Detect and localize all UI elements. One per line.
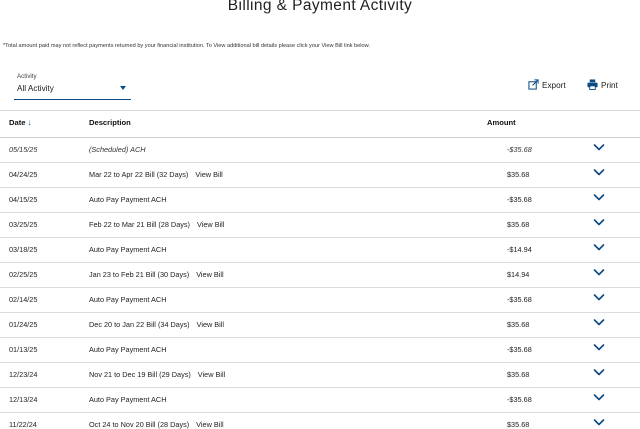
activity-filter-label: Activity xyxy=(17,73,37,80)
row-description-text: Dec 20 to Jan 22 Bill (34 Days) xyxy=(89,320,190,329)
row-date: 02/14/25 xyxy=(9,295,38,304)
row-description: Nov 21 to Dec 19 Bill (29 Days) View Bill xyxy=(89,370,225,379)
row-description: Auto Pay Payment ACH xyxy=(89,195,166,204)
row-date: 12/13/24 xyxy=(9,395,38,404)
table-row: 03/18/25 Auto Pay Payment ACH -$14.94 xyxy=(0,238,640,263)
row-description: Auto Pay Payment ACH xyxy=(89,295,166,304)
row-description-text: Jan 23 to Feb 21 Bill (30 Days) xyxy=(89,270,190,279)
arrow-down-icon: ↓ xyxy=(27,118,32,127)
chevron-down-icon[interactable] xyxy=(593,218,605,227)
row-date: 03/18/25 xyxy=(9,245,38,254)
export-icon xyxy=(528,78,539,92)
activity-filter-select[interactable]: All Activity xyxy=(14,81,131,100)
description-column-header: Description xyxy=(89,118,131,127)
date-column-header[interactable]: Date ↓ xyxy=(9,118,31,127)
row-description-text: Auto Pay Payment ACH xyxy=(89,345,167,354)
table-row: 04/15/25 Auto Pay Payment ACH -$35.68 xyxy=(0,188,640,213)
chevron-down-icon[interactable] xyxy=(593,368,605,377)
view-bill-link[interactable]: View Bill xyxy=(196,420,223,429)
chevron-down-icon[interactable] xyxy=(593,293,605,302)
date-header-label: Date xyxy=(9,118,26,127)
row-description-text: Nov 21 to Dec 19 Bill (29 Days) xyxy=(89,370,191,379)
row-date: 03/25/25 xyxy=(9,220,38,229)
table-row: 02/14/25 Auto Pay Payment ACH -$35.68 xyxy=(0,288,640,313)
disclaimer-note: *Total amount paid may not reflect payme… xyxy=(3,43,370,49)
table-body: 05/15/25 (Scheduled) ACH -$35.68 04/24/25 Ma… xyxy=(0,138,640,429)
view-bill-link[interactable]: View Bill xyxy=(196,270,223,279)
caret-down-icon xyxy=(120,86,126,90)
row-description: Mar 22 to Apr 22 Bill (32 Days) View Bill xyxy=(89,170,223,179)
row-description: (Scheduled) ACH xyxy=(89,145,146,154)
row-description-text: Oct 24 to Nov 20 Bill (28 Days) xyxy=(89,420,190,429)
row-amount: $35.68 xyxy=(507,320,530,329)
table-row: 12/23/24 Nov 21 to Dec 19 Bill (29 Days) V… xyxy=(0,363,640,388)
view-bill-link[interactable]: View Bill xyxy=(197,220,224,229)
view-bill-link[interactable]: View Bill xyxy=(198,370,225,379)
table-row: 12/13/24 Auto Pay Payment ACH -$35.68 xyxy=(0,388,640,413)
row-amount: -$35.68 xyxy=(507,345,532,354)
table-row: 05/15/25 (Scheduled) ACH -$35.68 xyxy=(0,138,640,163)
row-date: 01/13/25 xyxy=(9,345,38,354)
row-description-text: Mar 22 to Apr 22 Bill (32 Days) xyxy=(89,170,189,179)
chevron-down-icon[interactable] xyxy=(593,268,605,277)
row-description: Dec 20 to Jan 22 Bill (34 Days) View Bill xyxy=(89,320,224,329)
print-button[interactable]: Print xyxy=(587,78,618,92)
table-row: 04/24/25 Mar 22 to Apr 22 Bill (32 Days) V… xyxy=(0,163,640,188)
row-amount: -$35.68 xyxy=(507,145,532,154)
row-amount: -$35.68 xyxy=(507,295,532,304)
amount-column-header: Amount xyxy=(487,118,516,127)
table-header: Date ↓ Description Amount xyxy=(0,111,640,138)
row-description: Feb 22 to Mar 21 Bill (28 Days) View Bill xyxy=(89,220,224,229)
row-description: Auto Pay Payment ACH xyxy=(89,395,166,404)
row-amount: -$35.68 xyxy=(507,395,532,404)
row-amount: -$14.94 xyxy=(507,245,532,254)
chevron-down-icon[interactable] xyxy=(593,318,605,327)
row-description-text: Auto Pay Payment ACH xyxy=(89,245,167,254)
row-amount: $14.94 xyxy=(507,270,530,279)
activity-filter-value: All Activity xyxy=(17,84,54,93)
chevron-down-icon[interactable] xyxy=(593,393,605,402)
chevron-down-icon[interactable] xyxy=(593,418,605,427)
table-row: 01/13/25 Auto Pay Payment ACH -$35.68 xyxy=(0,338,640,363)
row-description: Auto Pay Payment ACH xyxy=(89,245,166,254)
row-description-text: Feb 22 to Mar 21 Bill (28 Days) xyxy=(89,220,190,229)
export-label: Export xyxy=(542,80,566,90)
row-description: Auto Pay Payment ACH xyxy=(89,345,166,354)
chevron-down-icon[interactable] xyxy=(593,168,605,177)
row-description-text: Auto Pay Payment ACH xyxy=(89,295,167,304)
row-date: 05/15/25 xyxy=(9,145,38,154)
printer-icon xyxy=(587,78,598,92)
row-description-text: (Scheduled) ACH xyxy=(89,145,146,154)
row-description: Jan 23 to Feb 21 Bill (30 Days) View Bill xyxy=(89,270,224,279)
activity-table: Date ↓ Description Amount 05/15/25 (Sched… xyxy=(0,110,640,429)
table-row: 02/25/25 Jan 23 to Feb 21 Bill (30 Days) V… xyxy=(0,263,640,288)
row-amount: $35.68 xyxy=(507,370,530,379)
view-bill-link[interactable]: View Bill xyxy=(195,170,222,179)
table-row: 03/25/25 Feb 22 to Mar 21 Bill (28 Days) V… xyxy=(0,213,640,238)
row-amount: $35.68 xyxy=(507,170,530,179)
chevron-down-icon[interactable] xyxy=(593,143,605,152)
chevron-down-icon[interactable] xyxy=(593,243,605,252)
row-description-text: Auto Pay Payment ACH xyxy=(89,395,167,404)
print-label: Print xyxy=(601,80,618,90)
row-date: 12/23/24 xyxy=(9,370,38,379)
row-amount: -$35.68 xyxy=(507,195,532,204)
table-row: 01/24/25 Dec 20 to Jan 22 Bill (34 Days) V… xyxy=(0,313,640,338)
export-button[interactable]: Export xyxy=(528,78,566,92)
chevron-down-icon[interactable] xyxy=(593,343,605,352)
row-description-text: Auto Pay Payment ACH xyxy=(89,195,167,204)
view-bill-link[interactable]: View Bill xyxy=(197,320,224,329)
chevron-down-icon[interactable] xyxy=(593,193,605,202)
row-date: 04/24/25 xyxy=(9,170,38,179)
table-row: 11/22/24 Oct 24 to Nov 20 Bill (28 Days) V… xyxy=(0,413,640,429)
row-amount: $35.68 xyxy=(507,220,530,229)
row-date: 01/24/25 xyxy=(9,320,38,329)
page-title: Billing & Payment Activity xyxy=(227,0,413,14)
row-date: 04/15/25 xyxy=(9,195,38,204)
row-amount: $35.68 xyxy=(507,420,530,429)
row-date: 11/22/24 xyxy=(9,420,37,429)
row-date: 02/25/25 xyxy=(9,270,38,279)
row-description: Oct 24 to Nov 20 Bill (28 Days) View Bill xyxy=(89,420,224,429)
